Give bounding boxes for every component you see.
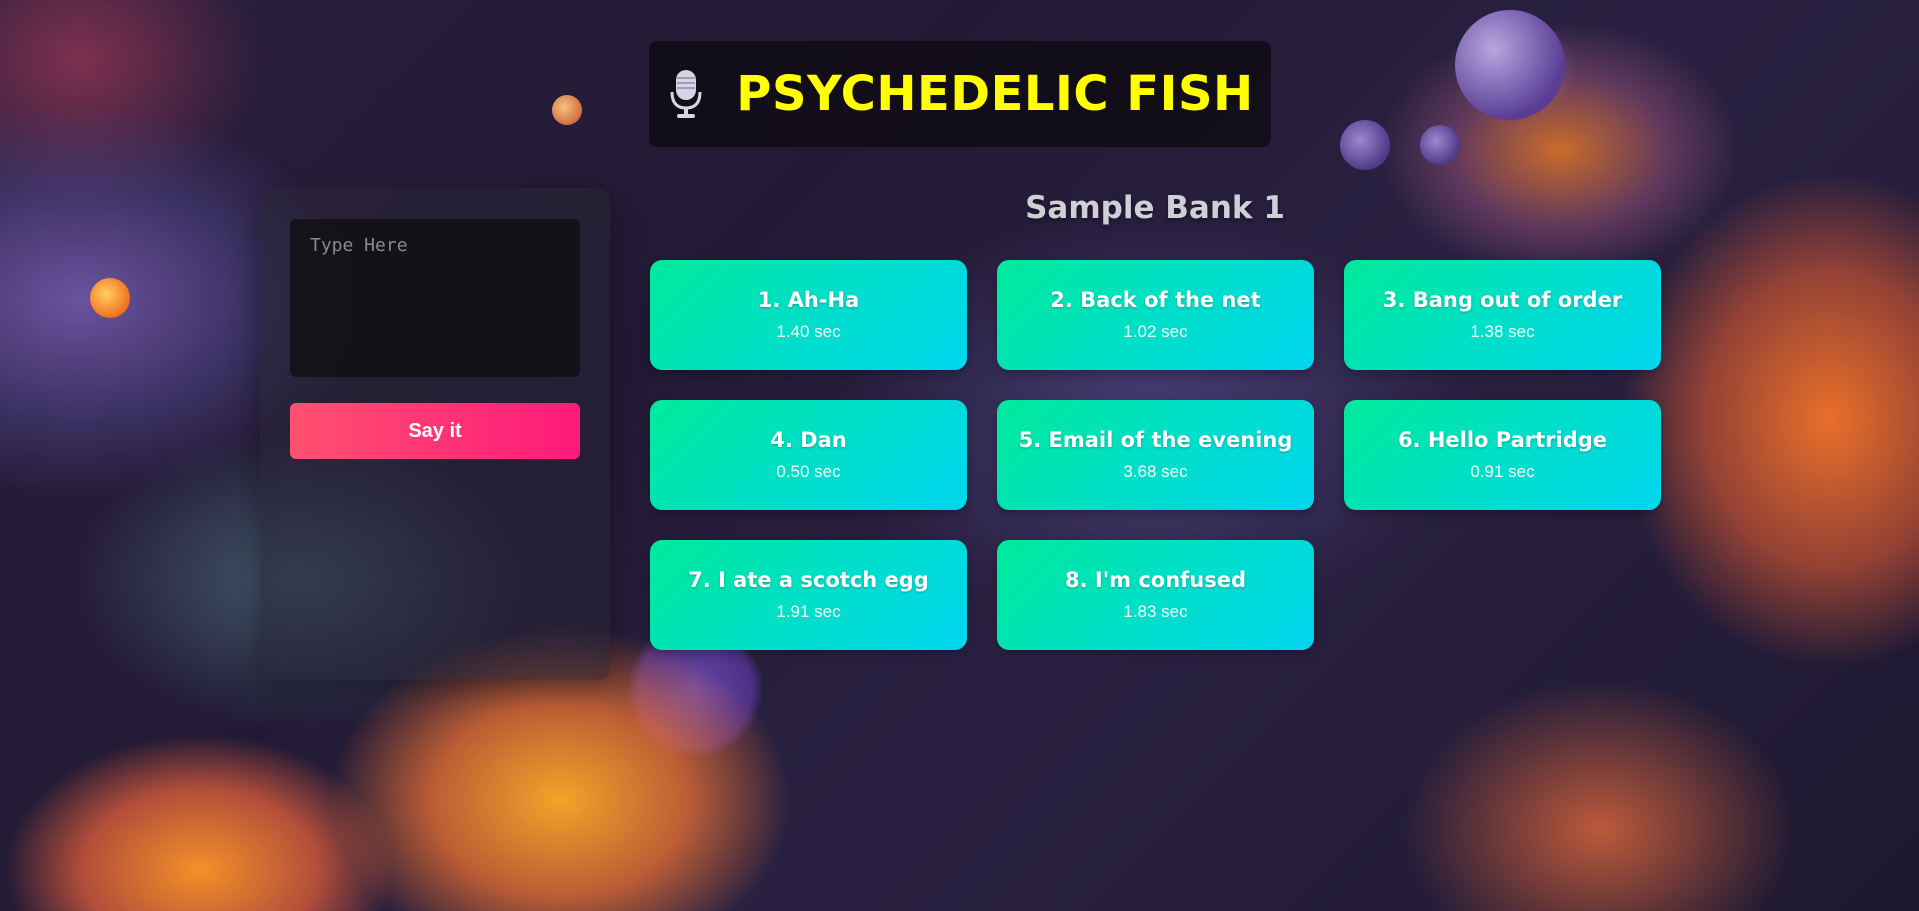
sample-label: 2. Back of the net bbox=[1050, 288, 1261, 312]
background-bubble bbox=[1340, 120, 1390, 170]
sample-label: 6. Hello Partridge bbox=[1397, 428, 1608, 452]
sample-bank-title: Sample Bank 1 bbox=[1025, 190, 1285, 226]
sample-button-6[interactable]: 6. Hello Partridge 0.91 sec bbox=[1344, 400, 1661, 510]
sample-duration: 1.38 sec bbox=[1470, 322, 1535, 341]
sample-grid: 1. Ah-Ha 1.40 sec 2. Back of the net 1.0… bbox=[650, 260, 1661, 650]
sample-button-7[interactable]: 7. I ate a scotch egg 1.91 sec bbox=[650, 540, 967, 650]
sample-label: 8. I'm confused bbox=[1064, 568, 1247, 592]
sample-button-3[interactable]: 3. Bang out of order 1.38 sec bbox=[1344, 260, 1661, 370]
sample-duration: 1.02 sec bbox=[1123, 322, 1188, 341]
background-bubble bbox=[90, 278, 130, 318]
app-title: PSYCHEDELIC FISH bbox=[736, 66, 1254, 122]
background-bubble bbox=[552, 95, 582, 125]
microphone-icon bbox=[666, 66, 706, 122]
sample-label: 4. Dan bbox=[770, 428, 847, 452]
sample-button-8[interactable]: 8. I'm confused 1.83 sec bbox=[997, 540, 1314, 650]
sample-duration: 0.50 sec bbox=[776, 462, 841, 481]
speech-panel: Say it bbox=[260, 188, 610, 680]
sample-button-4[interactable]: 4. Dan 0.50 sec bbox=[650, 400, 967, 510]
sample-duration: 0.91 sec bbox=[1470, 462, 1535, 481]
sample-button-2[interactable]: 2. Back of the net 1.02 sec bbox=[997, 260, 1314, 370]
sample-button-1[interactable]: 1. Ah-Ha 1.40 sec bbox=[650, 260, 967, 370]
say-it-button[interactable]: Say it bbox=[290, 403, 580, 459]
sample-label: 7. I ate a scotch egg bbox=[688, 568, 929, 592]
sample-label: 5. Email of the evening bbox=[1018, 428, 1293, 452]
sample-duration: 1.40 sec bbox=[776, 322, 841, 341]
sample-label: 3. Bang out of order bbox=[1382, 288, 1623, 312]
sample-button-5[interactable]: 5. Email of the evening 3.68 sec bbox=[997, 400, 1314, 510]
background-bubble bbox=[1455, 10, 1565, 120]
sample-label: 1. Ah-Ha bbox=[757, 288, 860, 312]
background-bubble bbox=[1420, 125, 1460, 165]
sample-duration: 3.68 sec bbox=[1123, 462, 1188, 481]
app-header: PSYCHEDELIC FISH bbox=[649, 41, 1271, 147]
speech-text-input[interactable] bbox=[290, 219, 580, 377]
sample-duration: 1.91 sec bbox=[776, 602, 841, 621]
sample-duration: 1.83 sec bbox=[1123, 602, 1188, 621]
